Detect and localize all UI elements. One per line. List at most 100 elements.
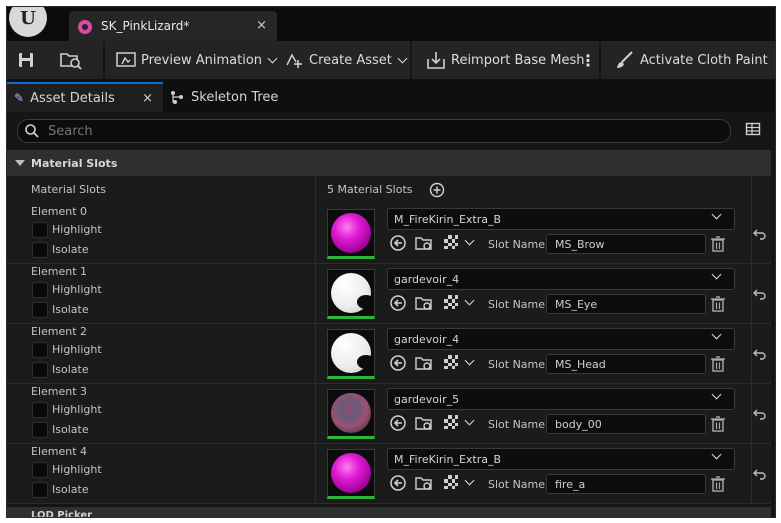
close-tab-button[interactable]: × bbox=[256, 18, 267, 33]
browse-to-asset-button[interactable] bbox=[415, 235, 433, 251]
material-slots-section-header[interactable]: Material Slots bbox=[7, 150, 771, 176]
lod-picker-section-header[interactable]: LOD Picker bbox=[7, 507, 771, 517]
slot-name-value: fire_a bbox=[555, 477, 586, 491]
delete-slot-button[interactable] bbox=[711, 296, 725, 312]
isolate-checkbox[interactable] bbox=[32, 242, 48, 258]
material-slots-label: Material Slots bbox=[31, 183, 106, 196]
use-selected-button[interactable] bbox=[389, 234, 407, 252]
browse-to-asset-button[interactable] bbox=[415, 355, 433, 371]
highlight-checkbox[interactable] bbox=[32, 222, 48, 238]
reset-to-default-button[interactable] bbox=[753, 348, 767, 360]
isolate-label: Isolate bbox=[52, 243, 89, 256]
material-preview-sphere bbox=[331, 393, 371, 433]
create-asset-label: Create Asset bbox=[309, 52, 392, 68]
material-options-button[interactable] bbox=[444, 355, 475, 369]
highlight-checkbox[interactable] bbox=[32, 342, 48, 358]
highlight-checkbox[interactable] bbox=[32, 282, 48, 298]
add-slot-button[interactable] bbox=[429, 182, 445, 198]
create-asset-icon bbox=[286, 53, 302, 68]
material-slot-row: Element 2 Highlight Isolate gardevoir_4 … bbox=[7, 324, 771, 384]
search-input[interactable] bbox=[46, 122, 690, 140]
material-slot-row: Element 3 Highlight Isolate gardevoir_5 … bbox=[7, 384, 771, 444]
browse-to-asset-button[interactable] bbox=[415, 415, 433, 431]
material-dropdown[interactable]: gardevoir_4 bbox=[387, 268, 735, 290]
isolate-checkbox[interactable] bbox=[32, 422, 48, 438]
delete-slot-button[interactable] bbox=[711, 476, 725, 492]
element-label: Element 1 bbox=[31, 265, 88, 278]
browse-button[interactable] bbox=[59, 41, 83, 79]
highlight-checkbox[interactable] bbox=[32, 462, 48, 478]
material-options-button[interactable] bbox=[444, 235, 475, 249]
material-slot-row: Element 4 Highlight Isolate M_FireKirin_… bbox=[7, 444, 771, 504]
slot-name-field[interactable]: MS_Eye bbox=[546, 294, 706, 314]
search-box[interactable] bbox=[17, 119, 731, 143]
material-dropdown[interactable]: M_FireKirin_Extra_B bbox=[387, 448, 735, 470]
unreal-logo-icon[interactable]: U bbox=[9, 7, 47, 37]
browse-to-asset-button[interactable] bbox=[415, 475, 433, 491]
close-tab-icon[interactable]: × bbox=[142, 91, 153, 106]
chevron-down-icon bbox=[711, 389, 722, 400]
reset-to-default-button[interactable] bbox=[753, 288, 767, 300]
material-thumbnail[interactable] bbox=[327, 269, 375, 319]
slot-name-value: MS_Head bbox=[555, 357, 606, 371]
material-thumbnail[interactable] bbox=[327, 329, 375, 379]
use-selected-button[interactable] bbox=[389, 474, 407, 492]
browse-icon bbox=[60, 53, 82, 70]
table-view-icon[interactable] bbox=[745, 121, 761, 140]
reimport-base-mesh-button[interactable]: Reimport Base Mesh bbox=[425, 41, 585, 79]
tab-label: Asset Details bbox=[30, 90, 115, 106]
slot-name-field[interactable]: MS_Head bbox=[546, 354, 706, 374]
material-thumbnail[interactable] bbox=[327, 449, 375, 499]
slot-name-value: MS_Brow bbox=[555, 237, 605, 251]
use-selected-button[interactable] bbox=[389, 294, 407, 312]
chevron-down-icon bbox=[711, 449, 722, 460]
tab-asset-details[interactable]: ✎ Asset Details × bbox=[7, 82, 163, 112]
delete-slot-button[interactable] bbox=[711, 356, 725, 372]
tab-skeleton-tree[interactable]: Skeleton Tree bbox=[169, 82, 289, 112]
browse-to-asset-button[interactable] bbox=[415, 295, 433, 311]
use-selected-button[interactable] bbox=[389, 414, 407, 432]
more-options-icon[interactable]: ⋮ bbox=[580, 41, 596, 79]
reset-to-default-button[interactable] bbox=[753, 468, 767, 480]
chevron-down-icon bbox=[711, 269, 722, 280]
material-options-button[interactable] bbox=[444, 415, 475, 429]
isolate-checkbox[interactable] bbox=[32, 362, 48, 378]
material-thumbnail[interactable] bbox=[327, 209, 375, 259]
save-button[interactable] bbox=[17, 41, 35, 79]
slot-name-field[interactable]: fire_a bbox=[546, 474, 706, 494]
plus-circle-icon bbox=[429, 182, 445, 198]
delete-slot-button[interactable] bbox=[711, 236, 725, 252]
isolate-label: Isolate bbox=[52, 483, 89, 496]
isolate-checkbox[interactable] bbox=[32, 482, 48, 498]
material-slots-count: 5 Material Slots bbox=[327, 183, 413, 196]
highlight-checkbox[interactable] bbox=[32, 402, 48, 418]
chevron-down-icon bbox=[267, 53, 278, 63]
delete-slot-button[interactable] bbox=[711, 416, 725, 432]
use-selected-arrow-icon bbox=[390, 415, 406, 431]
material-thumbnail[interactable] bbox=[327, 389, 375, 439]
isolate-checkbox[interactable] bbox=[32, 302, 48, 318]
isolate-label: Isolate bbox=[52, 363, 89, 376]
preview-animation-button[interactable]: Preview Animation bbox=[115, 41, 278, 79]
use-selected-button[interactable] bbox=[389, 354, 407, 372]
asset-details-icon: ✎ bbox=[14, 91, 25, 105]
document-tab[interactable]: SK_PinkLizard* × bbox=[69, 11, 277, 41]
activate-cloth-paint-button[interactable]: Activate Cloth Paint bbox=[614, 41, 768, 79]
reset-to-default-button[interactable] bbox=[753, 228, 767, 240]
slot-name-field[interactable]: MS_Brow bbox=[546, 234, 706, 254]
reset-to-default-button[interactable] bbox=[753, 408, 767, 420]
slot-name-field[interactable]: body_00 bbox=[546, 414, 706, 434]
slot-name-value: MS_Eye bbox=[555, 297, 598, 311]
chevron-down-icon bbox=[464, 295, 475, 305]
create-asset-button[interactable]: Create Asset bbox=[283, 41, 408, 79]
use-selected-arrow-icon bbox=[390, 475, 406, 491]
material-dropdown[interactable]: gardevoir_5 bbox=[387, 388, 735, 410]
material-options-button[interactable] bbox=[444, 475, 475, 489]
material-dropdown[interactable]: gardevoir_4 bbox=[387, 328, 735, 350]
trash-icon bbox=[711, 356, 725, 372]
material-options-button[interactable] bbox=[444, 295, 475, 309]
material-preview-sphere bbox=[331, 333, 374, 373]
slot-name-value: body_00 bbox=[555, 417, 602, 431]
material-name: gardevoir_4 bbox=[394, 332, 460, 346]
material-dropdown[interactable]: M_FireKirin_Extra_B bbox=[387, 208, 735, 230]
